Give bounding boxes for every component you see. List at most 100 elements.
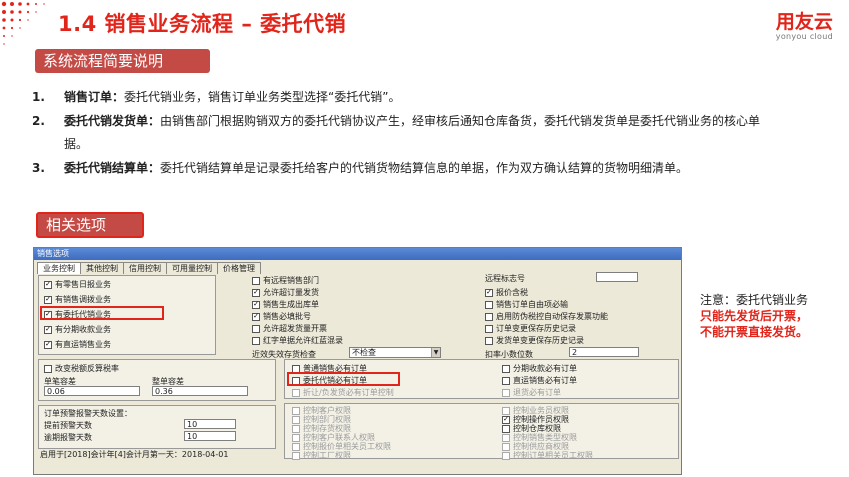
option-direct-order-required[interactable]: 直运销售必有订单 bbox=[502, 375, 577, 386]
option-label: 有远程销售部门 bbox=[263, 276, 319, 285]
item-term: 委托代销发货单： bbox=[64, 114, 161, 128]
section-heading-flow: 系统流程简要说明 bbox=[35, 49, 210, 73]
single-tolerance-field[interactable]: 0.06 bbox=[44, 386, 140, 396]
option-installment-order-required[interactable]: 分期收款必有订单 bbox=[502, 363, 577, 374]
option-label: 退货必有订单 bbox=[513, 388, 561, 397]
section-heading-options: 相关选项 bbox=[36, 212, 144, 238]
checkbox[interactable] bbox=[502, 451, 510, 460]
note-box: 注意：委托代销业务 只能先发货后开票， 不能开票直接发货。 bbox=[700, 292, 840, 340]
option-label: 销售生成出库单 bbox=[263, 300, 319, 309]
decorative-dots bbox=[1, 1, 45, 45]
list-item: 3. 委托代销结算单：委托代销结算单是记录委托给客户的代销货物结算信息的单据，作… bbox=[32, 157, 772, 180]
note-line-emphasis: 不能开票直接发货。 bbox=[700, 325, 809, 339]
option-remote-dept[interactable]: 有远程销售部门 bbox=[252, 275, 319, 286]
checkbox[interactable] bbox=[292, 451, 300, 460]
decimal-places-field[interactable]: 2 bbox=[569, 347, 639, 357]
option-label: 有分期收款业务 bbox=[55, 325, 111, 334]
remote-mark-field[interactable] bbox=[596, 272, 638, 282]
option-shipment-history[interactable]: 发货单变更保存历史记录 bbox=[485, 335, 584, 346]
description-list: 1. 销售订单：委托代销业务，销售订单业务类型选择“委托代销”。 2. 委托代销… bbox=[32, 86, 772, 181]
option-label: 允许超订量发货 bbox=[263, 288, 319, 297]
checkbox[interactable] bbox=[502, 364, 510, 373]
option-label: 允许超发货量开票 bbox=[263, 324, 327, 333]
checkbox[interactable] bbox=[485, 312, 493, 321]
checkbox[interactable]: ✓ bbox=[485, 288, 493, 297]
item-number: 1. bbox=[32, 90, 45, 104]
option-label: 有销售调拨业务 bbox=[55, 295, 111, 304]
option-price-tax[interactable]: ✓ 报价含税 bbox=[485, 287, 528, 298]
item-term: 委托代销结算单： bbox=[64, 161, 161, 175]
option-label: 报价含税 bbox=[496, 288, 528, 297]
tab-business-control[interactable]: 业务控制 bbox=[37, 262, 81, 274]
option-label: 直运销售必有订单 bbox=[513, 376, 577, 385]
tab-availability-control[interactable]: 可用量控制 bbox=[166, 262, 218, 274]
remote-mark-label: 远程标志号 bbox=[485, 274, 525, 283]
option-red-blue-mix[interactable]: 红字单据允许红蓝混录 bbox=[252, 335, 343, 346]
total-tolerance-field[interactable]: 0.36 bbox=[152, 386, 248, 396]
option-sales-transfer[interactable]: ✓ 有销售调拨业务 bbox=[44, 294, 111, 305]
tab-credit-control[interactable]: 信用控制 bbox=[123, 262, 167, 274]
logo-subtext: yonyou cloud bbox=[775, 32, 833, 41]
checkbox[interactable] bbox=[292, 388, 300, 397]
option-label: 折让/负发货必有订单控制 bbox=[303, 388, 394, 397]
option-over-order-ship[interactable]: ✓ 允许超订量发货 bbox=[252, 287, 319, 298]
option-discount-order-control[interactable]: 折让/负发货必有订单控制 bbox=[292, 387, 394, 398]
checkbox[interactable]: ✓ bbox=[252, 300, 260, 309]
option-label: 改变税额反算税率 bbox=[55, 364, 119, 373]
checkbox[interactable]: ✓ bbox=[252, 312, 260, 321]
checkbox[interactable]: ✓ bbox=[44, 280, 52, 289]
tab-price-management[interactable]: 价格管理 bbox=[217, 262, 261, 274]
option-order-history[interactable]: 订单变更保存历史记录 bbox=[485, 323, 576, 334]
slide: 1.4 销售业务流程 – 委托代销 用友云 yonyou cloud 系统流程简… bbox=[0, 0, 849, 477]
option-label: 有直运销售业务 bbox=[55, 340, 111, 349]
tab-bar: 业务控制 其他控制 信用控制 可用量控制 价格管理 bbox=[37, 262, 261, 274]
checkbox[interactable]: ✓ bbox=[44, 325, 52, 334]
note-line: 注意：委托代销业务 bbox=[700, 293, 809, 307]
enable-date-text: 启用于[2018]会计年[4]会计月第一天：2018-04-01 bbox=[40, 450, 229, 459]
item-text: 委托代销业务，销售订单业务类型选择“委托代销”。 bbox=[124, 90, 401, 104]
checkbox[interactable]: ✓ bbox=[252, 288, 260, 297]
checkbox[interactable] bbox=[502, 388, 510, 397]
option-anti-counterfeit[interactable]: 启用防伪税控自动保存发票功能 bbox=[485, 311, 608, 322]
checkbox[interactable] bbox=[252, 336, 260, 345]
list-item: 2. 委托代销发货单：由销售部门根据购销双方的委托代销协议产生，经审核后通知仓库… bbox=[32, 110, 772, 156]
option-return-order-required[interactable]: 退货必有订单 bbox=[502, 387, 561, 398]
item-text: 由销售部门根据购销双方的委托代销协议产生，经审核后通知仓库备货，委托代销发货单是… bbox=[64, 114, 761, 151]
early-warning-label: 提前预警天数 bbox=[44, 421, 92, 430]
validity-check-select[interactable]: 不检查 ▼ bbox=[349, 347, 441, 358]
checkbox[interactable] bbox=[502, 376, 510, 385]
option-label: 启用防伪税控自动保存发票功能 bbox=[496, 312, 608, 321]
option-label: 销售必填批号 bbox=[263, 312, 311, 321]
option-over-ship-invoice[interactable]: 允许超发货量开票 bbox=[252, 323, 327, 334]
alert-title: 订单预警报警天数设置： bbox=[44, 409, 132, 418]
option-label: 发货单变更保存历史记录 bbox=[496, 336, 584, 345]
checkbox[interactable] bbox=[252, 276, 260, 285]
perm-order-staff[interactable]: 控制订单相关员工权限 bbox=[502, 450, 593, 461]
item-term: 销售订单： bbox=[64, 90, 125, 104]
option-label: 销售订单自由项必输 bbox=[496, 300, 568, 309]
checkbox[interactable] bbox=[485, 324, 493, 333]
perm-factory[interactable]: 控制工厂权限 bbox=[292, 450, 351, 461]
checkbox[interactable]: ✓ bbox=[44, 295, 52, 304]
checkbox[interactable]: ✓ bbox=[44, 340, 52, 349]
option-tax-reverse[interactable]: 改变税额反算税率 bbox=[44, 363, 119, 374]
option-order-free-item[interactable]: 销售订单自由项必输 bbox=[485, 299, 568, 310]
option-label: 控制工厂权限 bbox=[303, 451, 351, 460]
option-direct-sales[interactable]: ✓ 有直运销售业务 bbox=[44, 339, 111, 350]
checkbox[interactable] bbox=[44, 364, 52, 373]
dialog-title: 销售选项 bbox=[34, 248, 681, 260]
option-installment[interactable]: ✓ 有分期收款业务 bbox=[44, 324, 111, 335]
highlight-consignment bbox=[40, 306, 164, 320]
early-warning-field[interactable]: 10 bbox=[184, 419, 236, 429]
checkbox[interactable] bbox=[485, 336, 493, 345]
tab-other-control[interactable]: 其他控制 bbox=[80, 262, 124, 274]
option-batch-required[interactable]: ✓ 销售必填批号 bbox=[252, 311, 311, 322]
overdue-alarm-field[interactable]: 10 bbox=[184, 431, 236, 441]
option-retail-daily[interactable]: ✓ 有零售日报业务 bbox=[44, 279, 111, 290]
checkbox[interactable] bbox=[485, 300, 493, 309]
checkbox[interactable] bbox=[252, 324, 260, 333]
list-item: 1. 销售订单：委托代销业务，销售订单业务类型选择“委托代销”。 bbox=[32, 86, 772, 109]
logo-text: 用友云 bbox=[775, 11, 833, 33]
option-generate-outbound[interactable]: ✓ 销售生成出库单 bbox=[252, 299, 319, 310]
sales-options-dialog: 销售选项 业务控制 其他控制 信用控制 可用量控制 价格管理 ✓ 有零售日报业务 … bbox=[33, 247, 682, 475]
